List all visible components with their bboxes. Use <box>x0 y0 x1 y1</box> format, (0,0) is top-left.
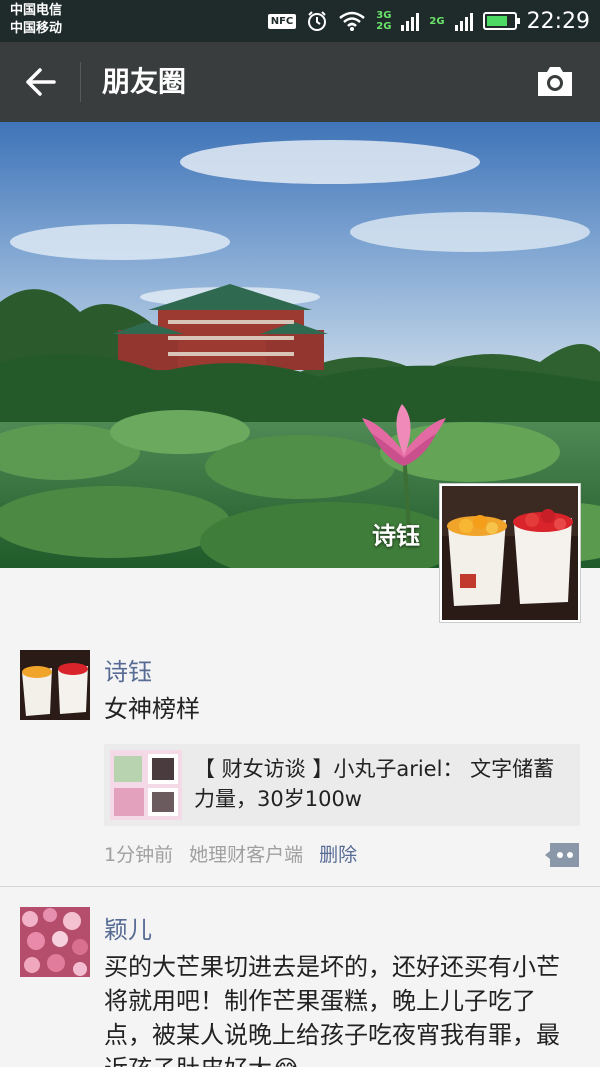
arrow-left-icon <box>26 68 56 96</box>
nfc-icon: NFC <box>267 13 297 29</box>
alarm-icon <box>308 11 327 31</box>
network-2g-label: 2G <box>376 21 392 32</box>
cover-username: 诗钰 <box>372 522 420 550</box>
signal-icon-2 <box>454 11 473 31</box>
shared-link-thumbnail <box>110 750 182 820</box>
title-divider <box>80 62 81 102</box>
wifi-icon <box>339 11 366 31</box>
post-username[interactable]: 颖儿 <box>104 910 152 945</box>
network-2g-label-2: 2G <box>429 15 445 27</box>
avatar-image <box>442 486 578 620</box>
status-bar: 中国电信 中国移动 NFC 3G 2G 2G 22:29 <box>0 0 600 42</box>
carrier-info: 中国电信 中国移动 <box>10 2 62 38</box>
shared-link-card[interactable]: 【 财女访谈 】小丸子ariel： 文字储蓄力量，30岁100w <box>104 744 580 826</box>
post-time: 1分钟前 <box>104 844 174 866</box>
network-type-2: 2G <box>429 16 444 27</box>
network-3g-label: 3G <box>376 10 392 21</box>
user-avatar[interactable] <box>20 650 90 720</box>
battery-level <box>486 16 508 26</box>
user-avatar[interactable] <box>20 907 90 977</box>
shared-link-title: 【 财女访谈 】小丸子ariel： 文字储蓄力量，30岁100w <box>194 757 555 811</box>
profile-avatar[interactable] <box>440 484 580 622</box>
back-button[interactable] <box>20 62 60 102</box>
delete-button[interactable]: 删除 <box>319 840 357 867</box>
post-divider <box>0 886 600 887</box>
camera-icon <box>538 67 572 96</box>
status-icons: NFC 3G 2G 2G 22:29 <box>267 6 590 36</box>
carrier-1: 中国电信 <box>10 3 63 18</box>
comment-dots-icon[interactable] <box>544 842 580 868</box>
post-username[interactable]: 诗钰 <box>104 652 152 687</box>
post-text: 女神榜样 <box>104 695 200 723</box>
page-title: 朋友圈 <box>102 65 187 98</box>
signal-icon <box>401 11 420 31</box>
post-source: 她理财客户端 <box>189 844 304 866</box>
post-text: 买的大芒果切进去是坏的，还好还买有小芒将就用吧！制作芒果蛋糕，晚上儿子吃了点，被… <box>104 953 560 1067</box>
carrier-2: 中国移动 <box>10 21 63 36</box>
title-bar: 朋友圈 <box>0 42 600 122</box>
camera-button[interactable] <box>534 62 576 102</box>
clock: 22:29 <box>526 8 590 34</box>
post-meta: 1分钟前 她理财客户端 删除 <box>104 840 357 867</box>
battery-icon <box>482 12 520 30</box>
network-type-1: 3G 2G <box>376 10 391 32</box>
